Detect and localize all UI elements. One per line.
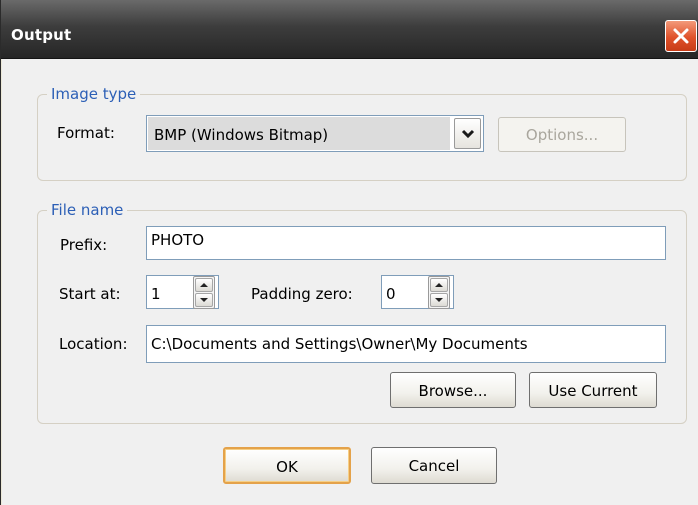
location-label: Location: bbox=[59, 335, 128, 353]
arrow-down-icon bbox=[200, 298, 208, 302]
arrow-down-icon bbox=[435, 298, 443, 302]
image-type-legend: Image type bbox=[47, 85, 141, 103]
start-at-increment[interactable] bbox=[195, 278, 213, 292]
padding-zero-label: Padding zero: bbox=[251, 285, 353, 303]
format-dropdown-button[interactable] bbox=[454, 118, 481, 149]
prefix-label: Prefix: bbox=[60, 236, 108, 254]
start-at-decrement[interactable] bbox=[195, 293, 213, 307]
window-title: Output bbox=[11, 26, 72, 44]
cancel-button[interactable]: Cancel bbox=[371, 447, 497, 484]
arrow-up-icon bbox=[435, 283, 443, 287]
location-input[interactable]: C:\Documents and Settings\Owner\My Docum… bbox=[146, 325, 666, 363]
padding-zero-decrement[interactable] bbox=[430, 293, 448, 307]
start-at-spinner[interactable] bbox=[193, 276, 215, 309]
browse-button[interactable]: Browse... bbox=[390, 372, 516, 408]
format-select[interactable]: BMP (Windows Bitmap) bbox=[146, 115, 484, 152]
close-icon bbox=[673, 28, 689, 44]
file-name-legend: File name bbox=[47, 201, 128, 219]
use-current-button[interactable]: Use Current bbox=[529, 372, 657, 408]
chevron-down-icon bbox=[461, 129, 475, 139]
prefix-input[interactable]: PHOTO bbox=[146, 226, 666, 260]
title-bar: Output bbox=[1, 0, 698, 59]
start-at-label: Start at: bbox=[59, 285, 121, 303]
close-button[interactable] bbox=[665, 20, 697, 52]
output-dialog: Output Image type Format: BMP (Windows B… bbox=[0, 0, 698, 505]
padding-zero-spinner[interactable] bbox=[428, 276, 450, 309]
arrow-up-icon bbox=[200, 283, 208, 287]
options-button[interactable]: Options... bbox=[498, 117, 626, 152]
format-label: Format: bbox=[57, 124, 115, 142]
format-value: BMP (Windows Bitmap) bbox=[148, 117, 450, 150]
ok-button[interactable]: OK bbox=[223, 447, 351, 484]
padding-zero-increment[interactable] bbox=[430, 278, 448, 292]
